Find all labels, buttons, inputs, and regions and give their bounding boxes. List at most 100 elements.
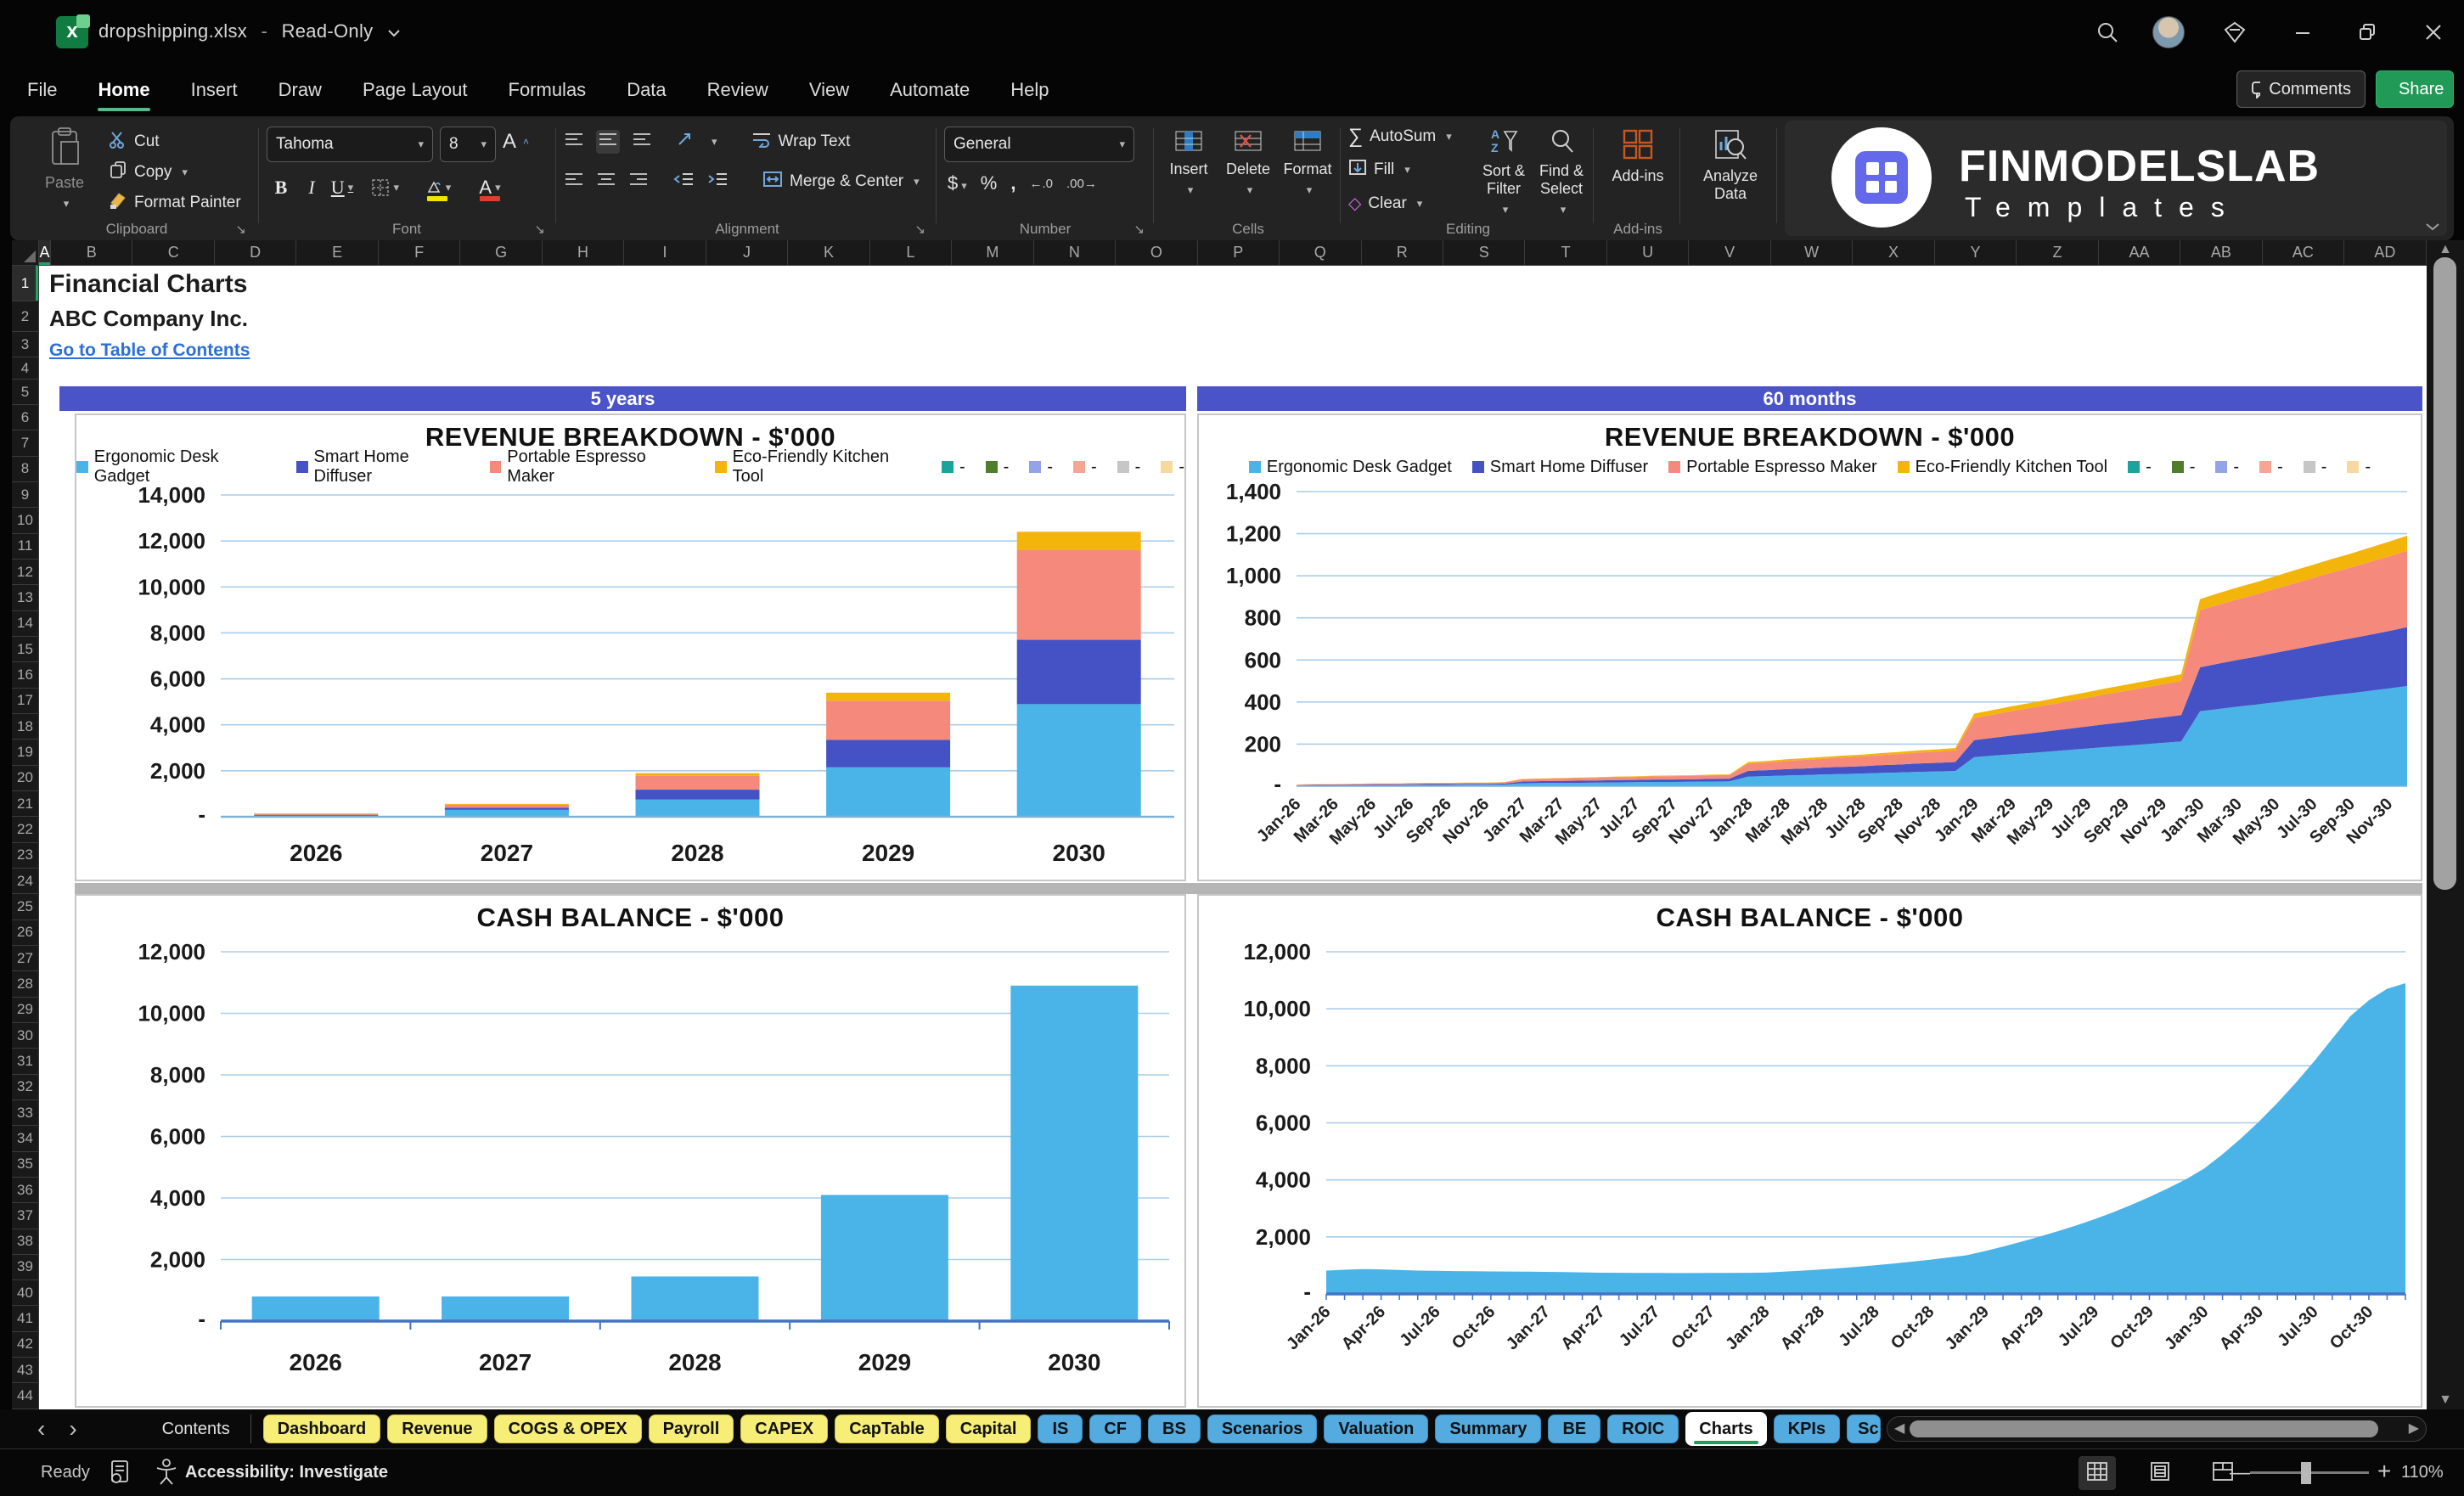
column-header-O[interactable]: O (1116, 240, 1198, 266)
column-header-G[interactable]: G (460, 240, 543, 266)
column-header-P[interactable]: P (1197, 240, 1280, 266)
sheet-tab-be[interactable]: BE (1548, 1414, 1601, 1443)
row-header-9[interactable]: 9 (12, 481, 39, 509)
column-header-F[interactable]: F (378, 240, 461, 266)
merge-center-button[interactable]: Merge & Center ▾ (762, 171, 920, 193)
column-header-M[interactable]: M (952, 240, 1034, 266)
currency-format-button[interactable]: $ ▾ (948, 172, 967, 194)
copy-button[interactable]: Copy ▾ (109, 160, 188, 184)
document-mode[interactable]: Read-Only (282, 20, 374, 42)
menu-tab-home[interactable]: Home (96, 74, 151, 111)
row-header-3[interactable]: 3 (12, 332, 39, 357)
find-select-button[interactable]: Find & Select ▾ (1535, 127, 1588, 218)
menu-tab-data[interactable]: Data (625, 74, 667, 106)
row-header-19[interactable]: 19 (12, 740, 39, 766)
scroll-up-icon[interactable]: ▲ (2427, 242, 2464, 257)
column-header-C[interactable]: C (132, 240, 215, 266)
scroll-down-icon[interactable]: ▼ (2427, 1392, 2464, 1408)
table-of-contents-link[interactable]: Go to Table of Contents (49, 340, 250, 361)
row-header-28[interactable]: 28 (12, 971, 39, 998)
column-header-I[interactable]: I (624, 240, 706, 266)
row-header-14[interactable]: 14 (12, 610, 39, 637)
column-header-S[interactable]: S (1443, 240, 1526, 266)
share-button[interactable]: Share (2376, 70, 2454, 108)
horizontal-scrollbar[interactable]: ◀ ▶ (1887, 1416, 2427, 1442)
autosum-button[interactable]: ∑ AutoSum ▾ (1348, 125, 1452, 149)
sheet-tab-summary[interactable]: Summary (1435, 1414, 1542, 1443)
clear-button[interactable]: ◇ Clear ▾ (1348, 193, 1422, 214)
accessibility-icon[interactable] (155, 1458, 178, 1489)
sheet-nav-left-icon[interactable]: ‹ (25, 1414, 57, 1443)
sheet-tab-charts[interactable]: Charts (1685, 1412, 1767, 1446)
chart-revenue-60m[interactable]: REVENUE BREAKDOWN - $'000 Ergonomic Desk… (1197, 413, 2422, 881)
column-header-AB[interactable]: AB (2180, 240, 2263, 266)
row-header-27[interactable]: 27 (12, 945, 39, 972)
row-header-10[interactable]: 10 (12, 508, 39, 534)
align-bottom-icon[interactable] (632, 132, 652, 152)
row-header-12[interactable]: 12 (12, 559, 39, 586)
zoom-level[interactable]: 110% (2401, 1463, 2444, 1482)
column-header-H[interactable]: H (542, 240, 625, 266)
column-header-AA[interactable]: AA (2098, 240, 2181, 266)
menu-tab-file[interactable]: File (25, 74, 59, 106)
increase-font-button[interactable]: A ˄ (503, 130, 529, 154)
column-header-Y[interactable]: Y (1934, 240, 2017, 266)
comments-button[interactable]: Comments (2236, 70, 2366, 108)
menu-tab-insert[interactable]: Insert (189, 74, 239, 106)
row-header-39[interactable]: 39 (12, 1254, 39, 1281)
bold-button[interactable]: B (267, 172, 295, 203)
row-header-36[interactable]: 36 (12, 1177, 39, 1204)
sheet-tab-scenarios[interactable]: Scenarios (1207, 1414, 1318, 1443)
row-header-5[interactable]: 5 (12, 380, 39, 405)
column-header-L[interactable]: L (869, 240, 953, 266)
align-top-icon[interactable] (564, 132, 584, 152)
row-header-25[interactable]: 25 (12, 894, 39, 920)
horizontal-scroll-thumb[interactable] (1910, 1420, 2378, 1437)
row-header-34[interactable]: 34 (12, 1126, 39, 1152)
underline-button[interactable]: U ▾ (328, 172, 357, 203)
row-header-18[interactable]: 18 (12, 713, 39, 740)
italic-button[interactable]: I (297, 172, 326, 203)
row-header-44[interactable]: 44 (12, 1383, 39, 1409)
close-icon[interactable] (2416, 15, 2450, 49)
decrease-indent-icon[interactable] (672, 172, 695, 192)
insert-cells-button[interactable]: Insert ▾ (1162, 128, 1216, 199)
column-header-T[interactable]: T (1525, 240, 1607, 266)
restore-icon[interactable] (2350, 15, 2384, 49)
vertical-scrollbar[interactable]: ▲ ▼ (2427, 240, 2464, 1409)
sheet-tab-cf[interactable]: CF (1089, 1414, 1142, 1443)
sheet-tab-revenue[interactable]: Revenue (387, 1414, 487, 1443)
row-header-21[interactable]: 21 (12, 790, 39, 818)
row-header-11[interactable]: 11 (12, 533, 39, 560)
column-header-V[interactable]: V (1689, 240, 1771, 266)
fill-color-button[interactable]: ▾ (423, 172, 452, 203)
collapse-ribbon-icon[interactable] (2425, 220, 2440, 235)
row-header-35[interactable]: 35 (12, 1151, 39, 1178)
percent-format-button[interactable]: % (981, 172, 998, 194)
sheet-tab-dashboard[interactable]: Dashboard (262, 1414, 381, 1443)
row-header-41[interactable]: 41 (12, 1306, 39, 1332)
avatar[interactable] (2152, 15, 2186, 49)
sheet-tab-cogs-opex[interactable]: COGS & OPEX (493, 1414, 642, 1443)
row-header-20[interactable]: 20 (12, 765, 39, 791)
align-middle-icon[interactable] (596, 130, 620, 154)
column-header-Q[interactable]: Q (1280, 240, 1362, 266)
row-header-6[interactable]: 6 (12, 405, 39, 431)
menu-tab-automate[interactable]: Automate (888, 74, 971, 106)
column-header-D[interactable]: D (214, 240, 297, 266)
sheet-tab-capex[interactable]: CAPEX (740, 1414, 829, 1443)
sheet-tab-captable[interactable]: CapTable (835, 1414, 939, 1443)
page-layout-view-button[interactable] (2141, 1456, 2179, 1490)
menu-tab-view[interactable]: View (807, 74, 851, 106)
diamond-icon[interactable] (2218, 15, 2252, 49)
menu-tab-page-layout[interactable]: Page Layout (361, 74, 470, 106)
row-header-42[interactable]: 42 (12, 1331, 39, 1358)
align-right-icon[interactable] (628, 172, 649, 192)
row-header-32[interactable]: 32 (12, 1074, 39, 1100)
scroll-left-icon[interactable]: ◀ (1894, 1420, 1904, 1437)
sort-filter-button[interactable]: AZ Sort & Filter ▾ (1477, 127, 1530, 218)
menu-tab-help[interactable]: Help (1009, 74, 1050, 106)
column-header-J[interactable]: J (706, 240, 789, 266)
font-color-button[interactable]: A ▾ (475, 172, 504, 203)
sheet-tab-valuation[interactable]: Valuation (1324, 1414, 1429, 1443)
